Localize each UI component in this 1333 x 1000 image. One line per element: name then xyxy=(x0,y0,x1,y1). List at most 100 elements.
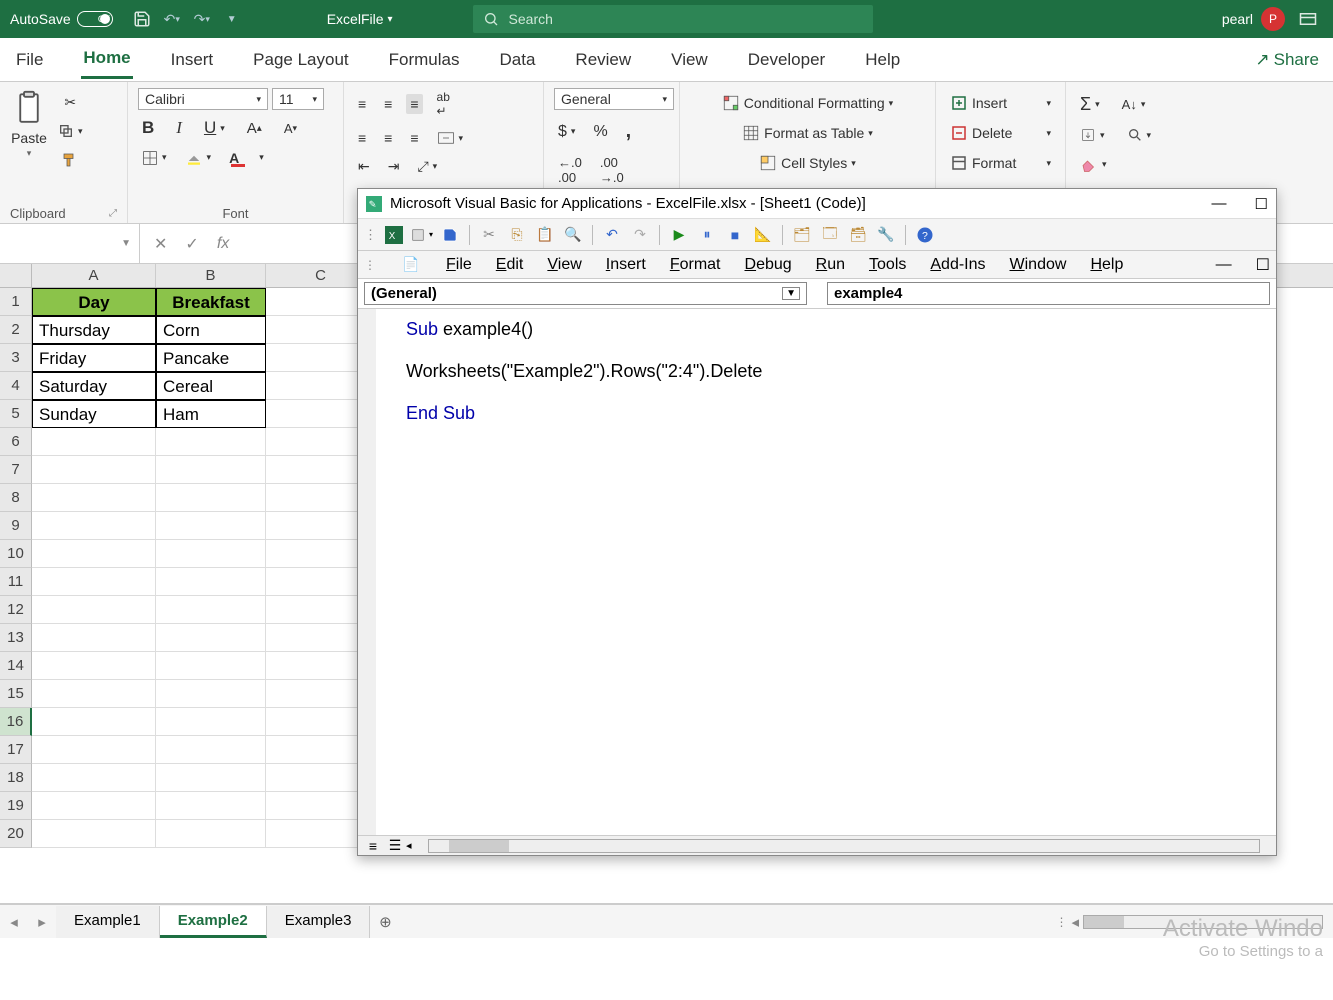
vba-help-icon[interactable]: ? xyxy=(914,224,936,246)
bold-button[interactable]: B xyxy=(138,116,158,140)
cell[interactable]: Saturday xyxy=(32,372,156,400)
align-left-icon[interactable]: ≡ xyxy=(354,128,370,148)
cut-icon[interactable]: ✂ xyxy=(54,92,87,113)
row-header[interactable]: 20 xyxy=(0,820,32,848)
format-as-table-button[interactable]: Format as Table▾ xyxy=(690,122,925,144)
row-header[interactable]: 9 xyxy=(0,512,32,540)
cell[interactable] xyxy=(32,708,156,736)
cell[interactable]: Day xyxy=(32,288,156,316)
cell[interactable] xyxy=(32,512,156,540)
underline-button[interactable]: U▾ xyxy=(200,116,229,140)
tab-insert[interactable]: Insert xyxy=(169,42,216,78)
cell[interactable] xyxy=(32,792,156,820)
sheet-nav-next[interactable]: ▸ xyxy=(28,913,56,931)
increase-decimal-icon[interactable]: ←.0.00 xyxy=(554,153,586,187)
cell[interactable] xyxy=(32,764,156,792)
comma-button[interactable]: , xyxy=(622,118,636,145)
tab-review[interactable]: Review xyxy=(573,42,633,78)
insert-cells-button[interactable]: Insert▾ xyxy=(946,92,1055,114)
italic-button[interactable]: I xyxy=(172,116,186,140)
vba-title-bar[interactable]: ✎ Microsoft Visual Basic for Application… xyxy=(358,189,1276,219)
cell[interactable] xyxy=(32,596,156,624)
file-title[interactable]: ExcelFile ▾ xyxy=(327,11,393,27)
vba-menu-debug[interactable]: Debug xyxy=(745,256,792,274)
cell[interactable] xyxy=(32,428,156,456)
vba-menu-help[interactable]: Help xyxy=(1090,256,1123,274)
cell[interactable] xyxy=(156,428,266,456)
search-box[interactable]: Search xyxy=(473,5,873,33)
cell[interactable] xyxy=(156,708,266,736)
vba-pause-icon[interactable]: ⏸ xyxy=(696,224,718,246)
tab-formulas[interactable]: Formulas xyxy=(387,42,462,78)
row-header[interactable]: 14 xyxy=(0,652,32,680)
format-painter-icon[interactable] xyxy=(54,149,87,171)
tab-help[interactable]: Help xyxy=(863,42,902,78)
align-right-icon[interactable]: ≡ xyxy=(406,128,422,148)
sheet-tab-example2[interactable]: Example2 xyxy=(160,906,267,938)
horizontal-scrollbar[interactable] xyxy=(1083,915,1323,929)
vba-full-view-icon[interactable]: ≡ xyxy=(362,835,384,857)
vba-menu-format[interactable]: Format xyxy=(670,256,721,274)
user-avatar[interactable]: P xyxy=(1261,7,1285,31)
align-bottom-icon[interactable]: ≡ xyxy=(406,94,422,114)
vba-procedure-combo[interactable]: example4 xyxy=(827,282,1270,305)
column-header[interactable]: A xyxy=(32,264,156,287)
cell[interactable] xyxy=(156,484,266,512)
row-header[interactable]: 19 xyxy=(0,792,32,820)
vba-proc-view-icon[interactable]: ☰ xyxy=(384,835,406,857)
vba-object-browser-icon[interactable]: 🗃 xyxy=(847,224,869,246)
vba-menu-run[interactable]: Run xyxy=(816,256,845,274)
clear-button[interactable]: ▾ xyxy=(1076,153,1111,175)
cell[interactable] xyxy=(32,652,156,680)
vba-toolbox-icon[interactable]: 🔧 xyxy=(875,224,897,246)
vba-save-icon[interactable] xyxy=(439,224,461,246)
conditional-formatting-button[interactable]: Conditional Formatting▾ xyxy=(690,92,925,114)
add-sheet-button[interactable]: ⊕ xyxy=(370,913,400,931)
decrease-font-icon[interactable]: A▾ xyxy=(280,119,301,138)
cell[interactable] xyxy=(156,596,266,624)
save-icon[interactable] xyxy=(129,6,155,32)
increase-indent-icon[interactable]: ⇥ xyxy=(384,156,404,177)
row-header[interactable]: 13 xyxy=(0,624,32,652)
vba-scroll-left-icon[interactable]: ◂ xyxy=(406,839,412,852)
vba-menu-insert[interactable]: Insert xyxy=(606,256,646,274)
tab-developer[interactable]: Developer xyxy=(746,42,828,78)
sheet-tab-example1[interactable]: Example1 xyxy=(56,906,160,938)
cancel-formula-icon[interactable]: ✕ xyxy=(154,234,167,254)
percent-button[interactable]: % xyxy=(589,121,611,143)
cell[interactable] xyxy=(156,540,266,568)
row-header[interactable]: 17 xyxy=(0,736,32,764)
vba-properties-icon[interactable]: 🗔 xyxy=(819,224,841,246)
vba-insert-module-icon[interactable]: ▾ xyxy=(411,224,433,246)
row-header[interactable]: 11 xyxy=(0,568,32,596)
sort-filter-button[interactable]: A↓▾ xyxy=(1118,95,1150,114)
align-top-icon[interactable]: ≡ xyxy=(354,94,370,114)
row-header[interactable]: 4 xyxy=(0,372,32,400)
cell[interactable] xyxy=(156,680,266,708)
cell[interactable]: Pancake xyxy=(156,344,266,372)
scroll-left-icon[interactable]: ◂ xyxy=(1071,913,1079,931)
delete-cells-button[interactable]: Delete▾ xyxy=(946,122,1055,144)
font-color-button[interactable]: A▾ xyxy=(225,146,268,169)
column-header[interactable]: B xyxy=(156,264,266,287)
tab-view[interactable]: View xyxy=(669,42,710,78)
undo-icon[interactable]: ↶▾ xyxy=(159,6,185,32)
row-header[interactable]: 12 xyxy=(0,596,32,624)
align-center-icon[interactable]: ≡ xyxy=(380,128,396,148)
vba-paste-icon[interactable]: 📋 xyxy=(534,224,556,246)
cell[interactable]: Cereal xyxy=(156,372,266,400)
cell[interactable] xyxy=(32,624,156,652)
tab-data[interactable]: Data xyxy=(498,42,538,78)
vba-project-icon[interactable]: 🗂 xyxy=(791,224,813,246)
row-header[interactable]: 8 xyxy=(0,484,32,512)
cell[interactable]: Friday xyxy=(32,344,156,372)
align-middle-icon[interactable]: ≡ xyxy=(380,94,396,114)
cell[interactable] xyxy=(156,624,266,652)
sheet-nav-prev[interactable]: ◂ xyxy=(0,913,28,931)
vba-cut-icon[interactable]: ✂ xyxy=(478,224,500,246)
name-box[interactable]: ▼ xyxy=(0,224,140,263)
increase-font-icon[interactable]: A▴ xyxy=(243,118,266,139)
vba-copy-icon[interactable]: ⎘ xyxy=(506,224,528,246)
cell[interactable] xyxy=(32,540,156,568)
cell[interactable] xyxy=(32,680,156,708)
